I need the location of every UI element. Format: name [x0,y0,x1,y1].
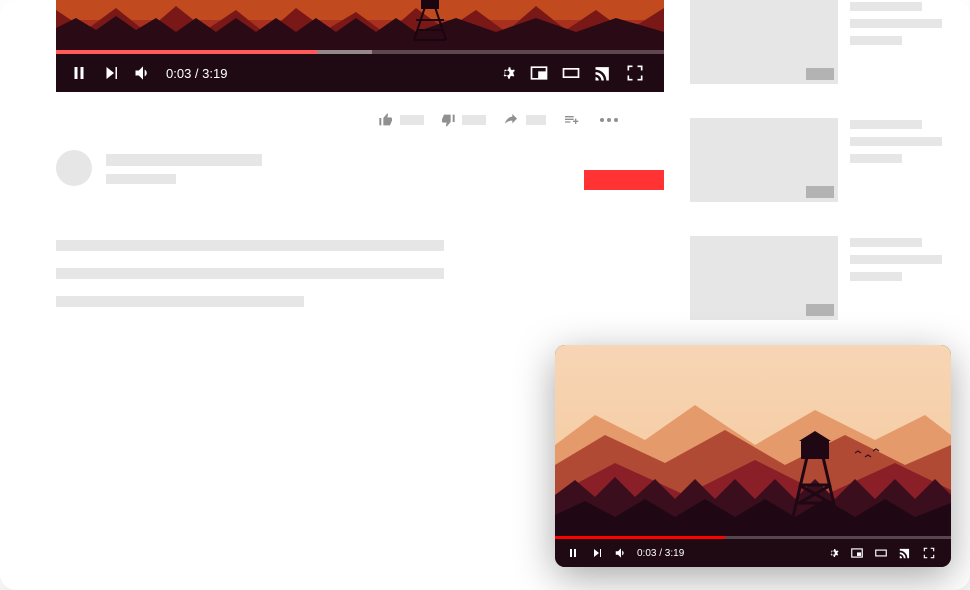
fullscreen-icon[interactable] [622,60,648,86]
channel-name-placeholder [106,154,262,166]
gear-icon[interactable] [494,60,520,86]
suggested-item[interactable] [690,0,950,84]
next-icon[interactable] [98,60,124,86]
miniplayer-icon[interactable] [526,60,552,86]
page: 0:03 / 3:19 [0,0,970,590]
channel-avatar[interactable] [56,150,92,186]
suggested-item[interactable] [690,118,950,202]
fullscreen-icon[interactable] [919,543,939,563]
thumbs-down-icon [440,112,456,128]
thumbs-up-icon [378,112,394,128]
action-row [378,110,664,130]
pip-progress-bar[interactable] [555,536,951,539]
share-button[interactable] [502,112,546,128]
subscribe-button[interactable] [584,170,664,190]
description [56,240,444,324]
duration-badge [806,68,834,80]
player-controls: 0:03 / 3:19 [56,54,664,92]
pip-video-frame[interactable] [555,345,951,539]
pip-time-display: 0:03 / 3:19 [637,548,684,559]
dislike-count-placeholder [462,115,486,125]
suggested-thumbnail [690,236,838,320]
suggested-thumbnail [690,118,838,202]
pip-controls: 0:03 / 3:19 [555,539,951,567]
theater-icon[interactable] [558,60,584,86]
dislike-button[interactable] [440,112,486,128]
pip-player[interactable]: 0:03 / 3:19 [555,345,951,567]
like-button[interactable] [378,112,424,128]
progress-buffered [56,50,372,54]
pause-icon[interactable] [563,543,583,563]
progress-bar[interactable] [56,50,664,54]
volume-icon[interactable] [130,60,156,86]
cast-icon[interactable] [895,543,915,563]
gear-icon[interactable] [823,543,843,563]
playlist-add-icon [562,112,580,128]
share-label-placeholder [526,115,546,125]
pip-progress-played [555,536,725,539]
description-line [56,240,444,251]
subscriber-count-placeholder [106,174,176,184]
volume-icon[interactable] [611,543,631,563]
main-video-player: 0:03 / 3:19 [56,0,664,92]
suggested-thumbnail [690,0,838,84]
channel-row [56,150,664,194]
like-count-placeholder [400,115,424,125]
miniplayer-icon[interactable] [847,543,867,563]
share-icon [502,112,520,128]
more-icon[interactable] [600,118,618,122]
duration-badge [806,304,834,316]
description-line [56,268,444,279]
next-icon[interactable] [587,543,607,563]
suggested-videos [690,0,950,354]
suggested-item[interactable] [690,236,950,320]
cast-icon[interactable] [590,60,616,86]
description-line [56,296,304,307]
time-display: 0:03 / 3:19 [166,66,227,81]
pause-icon[interactable] [66,60,92,86]
video-frame[interactable] [56,0,664,54]
save-button[interactable] [562,112,580,128]
duration-badge [806,186,834,198]
theater-icon[interactable] [871,543,891,563]
